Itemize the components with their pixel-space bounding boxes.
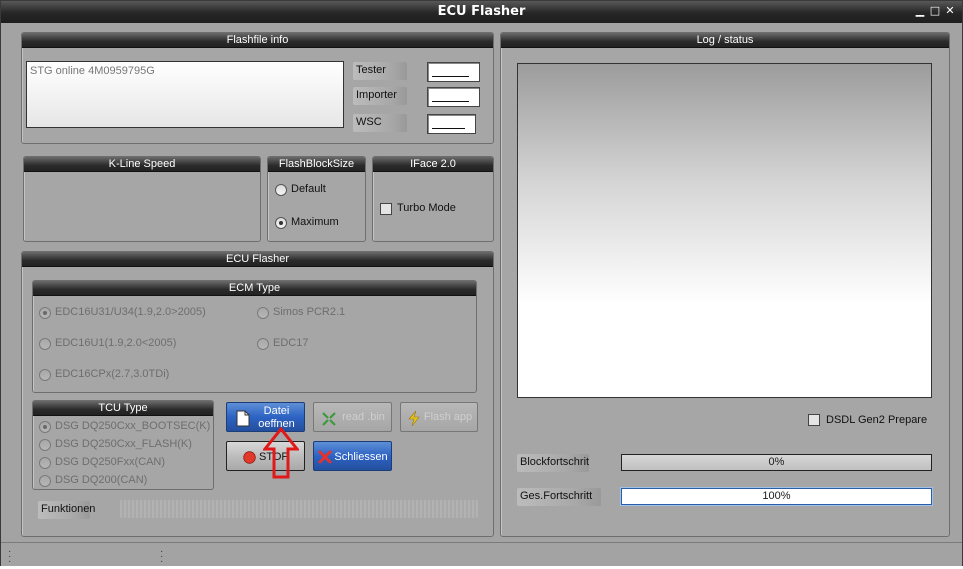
iface-title: IFace 2.0 — [373, 157, 493, 172]
tcu-type-title: TCU Type — [33, 401, 213, 416]
ecm-label-edc17: EDC17 — [273, 337, 309, 349]
flash-app-button[interactable]: Flash app — [400, 402, 478, 432]
ecm-type-title: ECM Type — [33, 281, 476, 296]
read-arrows-icon — [322, 412, 336, 426]
tcu-label-fxx: DSG DQ250Fxx(CAN) — [55, 456, 166, 468]
ecu-flasher-window: ECU Flasher ▁ □ ✕ Flashfile info STG onl… — [0, 0, 963, 567]
maximize-icon[interactable]: □ — [929, 5, 941, 17]
minimize-icon[interactable]: ▁ — [914, 5, 926, 17]
close-label: Schliessen — [334, 451, 388, 463]
block-progress-value: 0% — [768, 456, 785, 468]
ecm-radio-edc16cpx[interactable] — [39, 369, 51, 381]
flashblocksize-title: FlashBlockSize — [268, 157, 365, 172]
maximum-label: Maximum — [291, 216, 339, 228]
ecm-label-edc16u31: EDC16U31/U34(1.9,2.0>2005) — [55, 306, 206, 318]
tcu-label-dq200: DSG DQ200(CAN) — [55, 474, 148, 486]
tcu-radio-fxx[interactable] — [39, 457, 51, 469]
tcu-radio-dq200[interactable] — [39, 475, 51, 487]
open-file-label-line1: Datei — [263, 405, 290, 417]
dsdl-gen2-checkbox[interactable] — [808, 414, 820, 426]
close-icon[interactable]: ✕ — [944, 5, 956, 17]
tester-field[interactable] — [427, 62, 480, 82]
ecm-label-edc16u1: EDC16U1(1.9,2.0<2005) — [55, 337, 177, 349]
ecm-radio-edc17[interactable] — [257, 338, 269, 350]
kline-speed-title: K-Line Speed — [24, 157, 260, 172]
status-bar: · · · · · · — [1, 542, 962, 567]
tcu-type-panel: TCU Type DSG DQ250Cxx_BOOTSEC(K) DSG DQ2… — [32, 400, 214, 490]
wsc-field[interactable] — [427, 114, 476, 134]
flashfile-info-panel: Flashfile info STG online 4M0959795G Tes… — [21, 32, 494, 144]
ecm-label-simos: Simos PCR2.1 — [273, 306, 346, 318]
iface-panel: IFace 2.0 Turbo Mode — [372, 156, 494, 242]
read-bin-label: read .bin — [342, 411, 385, 423]
ecu-flasher-panel: ECU Flasher ECM Type EDC16U31/U34(1.9,2.… — [21, 251, 494, 537]
ecm-radio-edc16u31[interactable] — [39, 307, 51, 319]
close-button[interactable]: Schliessen — [313, 441, 392, 471]
lightning-icon — [408, 410, 420, 427]
title-bar: ECU Flasher ▁ □ ✕ — [1, 1, 962, 23]
tcu-label-flash: DSG DQ250Cxx_FLASH(K) — [55, 438, 192, 450]
ecm-radio-edc16u1[interactable] — [39, 338, 51, 350]
tcu-radio-bootsec[interactable] — [39, 421, 51, 433]
status-separator-icon: · · · — [160, 546, 164, 567]
ecu-flasher-title: ECU Flasher — [22, 252, 493, 267]
wsc-label: WSC — [353, 114, 407, 132]
tester-label: Tester — [353, 62, 407, 80]
functions-label: Funktionen — [38, 501, 95, 519]
default-radio[interactable] — [275, 184, 287, 196]
kline-speed-panel: K-Line Speed — [23, 156, 261, 242]
close-x-icon — [318, 450, 332, 464]
block-progress-bar: 0% — [621, 454, 932, 471]
flash-app-label: Flash app — [423, 411, 473, 423]
document-icon — [236, 410, 250, 427]
functions-bar — [120, 500, 478, 518]
window-controls: ▁ □ ✕ — [914, 5, 956, 17]
total-progress-label: Ges.Fortschritt — [517, 488, 601, 506]
flashfile-info-title: Flashfile info — [22, 33, 493, 48]
maximum-radio[interactable] — [275, 217, 287, 229]
tcu-radio-flash[interactable] — [39, 439, 51, 451]
log-textarea[interactable] — [517, 63, 932, 398]
flashblocksize-panel: FlashBlockSize Default Maximum — [267, 156, 366, 242]
window-title: ECU Flasher — [437, 4, 526, 19]
ecm-type-panel: ECM Type EDC16U31/U34(1.9,2.0>2005) Simo… — [32, 280, 477, 393]
dsdl-gen2-label: DSDL Gen2 Prepare — [826, 414, 928, 426]
ecm-radio-simos[interactable] — [257, 307, 269, 319]
importer-field[interactable] — [427, 87, 480, 107]
red-up-arrow-annotation-icon — [263, 427, 299, 479]
total-progress-bar: 100% — [621, 488, 932, 505]
log-status-title: Log / status — [501, 33, 949, 48]
status-grip-icon: · · · — [8, 546, 12, 567]
default-label: Default — [291, 183, 326, 195]
importer-label: Importer — [353, 87, 407, 105]
block-progress-label: Blockfortschritt — [517, 454, 589, 472]
turbo-mode-label: Turbo Mode — [397, 202, 456, 214]
tcu-label-bootsec: DSG DQ250Cxx_BOOTSEC(K) — [55, 420, 211, 432]
stop-icon — [243, 451, 256, 464]
ecm-label-edc16cpx: EDC16CPx(2.7,3.0TDi) — [55, 368, 170, 380]
total-progress-value: 100% — [762, 490, 791, 502]
turbo-mode-checkbox[interactable] — [380, 203, 392, 215]
read-bin-button[interactable]: read .bin — [313, 402, 392, 432]
flashfile-info-textbox[interactable]: STG online 4M0959795G — [26, 61, 344, 128]
